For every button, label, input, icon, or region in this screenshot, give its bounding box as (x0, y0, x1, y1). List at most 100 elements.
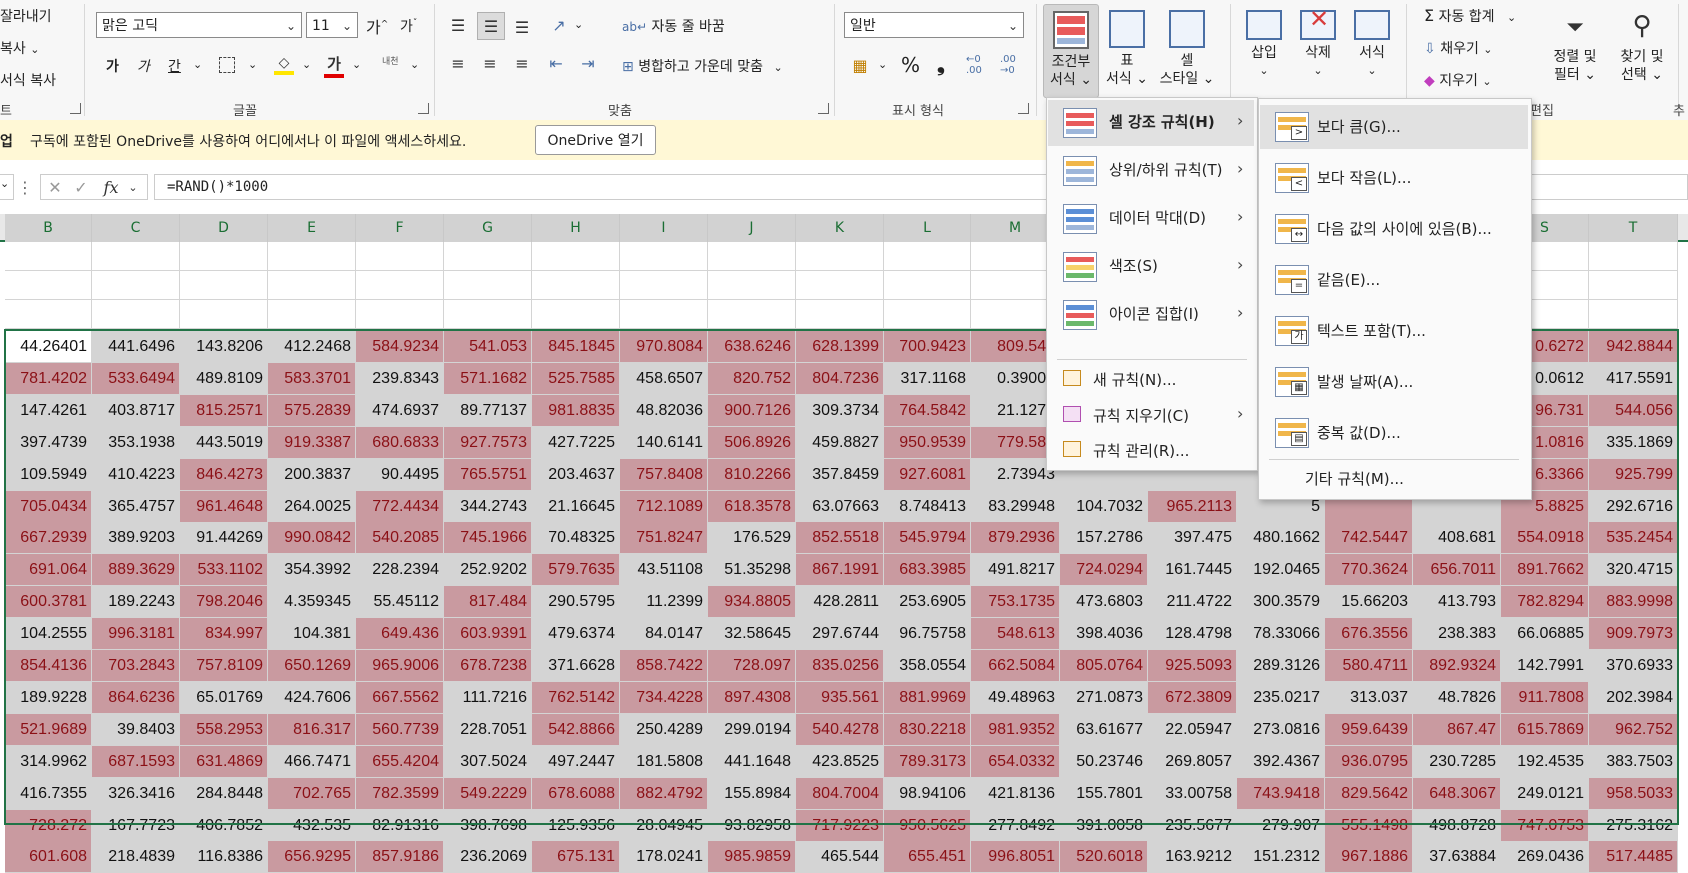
data-cell[interactable]: 271.0873 (1060, 682, 1148, 714)
align-bottom-icon[interactable]: ☰ (511, 16, 533, 38)
data-cell[interactable]: 239.8343 (356, 363, 444, 395)
data-cell[interactable]: 734.4228 (620, 682, 708, 714)
submenu-item-duplicate-values[interactable]: ▤ 중복 값(D)... (1259, 412, 1529, 456)
grow-font-button[interactable]: 가^ (366, 14, 388, 38)
data-cell[interactable]: 835.0256 (796, 650, 884, 682)
data-cell[interactable]: 370.6933 (1589, 650, 1678, 682)
data-cell[interactable]: 28.04945 (620, 810, 708, 842)
data-cell[interactable]: 398.7698 (444, 810, 532, 842)
data-cell[interactable]: 967.1886 (1325, 841, 1413, 873)
data-cell[interactable]: 8.748413 (884, 491, 971, 523)
chevron-down-icon[interactable]: ⌄ (248, 58, 257, 71)
data-cell[interactable]: 892.9324 (1413, 650, 1501, 682)
percent-style-button[interactable]: % (901, 53, 920, 77)
data-cell[interactable]: 109.5949 (5, 459, 92, 491)
open-onedrive-button[interactable]: OneDrive 열기 (535, 125, 656, 155)
data-cell[interactable]: 867.1991 (796, 554, 884, 586)
empty-cell[interactable] (268, 300, 356, 329)
data-cell[interactable]: 680.6833 (356, 427, 444, 459)
data-cell[interactable]: 192.4535 (1501, 746, 1589, 778)
dialog-launcher-icon[interactable] (818, 103, 829, 114)
data-cell[interactable]: 533.1102 (180, 554, 268, 586)
data-cell[interactable]: 889.3629 (92, 554, 180, 586)
data-cell[interactable]: 459.8827 (796, 427, 884, 459)
data-cell[interactable]: 881.9969 (884, 682, 971, 714)
data-cell[interactable]: 882.4792 (620, 778, 708, 810)
data-cell[interactable]: 542.8866 (532, 714, 620, 746)
data-cell[interactable]: 927.7573 (444, 427, 532, 459)
font-color-icon[interactable]: 가 (322, 52, 346, 78)
name-box[interactable]: ⌄ (0, 174, 14, 200)
conditional-formatting-button[interactable]: 조건부 서식 ⌄ (1043, 4, 1099, 98)
data-cell[interactable]: 326.3416 (92, 778, 180, 810)
data-cell[interactable]: 525.7585 (532, 363, 620, 395)
fill-color-icon[interactable]: ◇ (272, 52, 296, 78)
data-cell[interactable]: 575.2839 (268, 395, 356, 427)
submenu-item-between[interactable]: ↔ 다음 값의 사이에 있음(B)... (1259, 208, 1529, 252)
italic-button[interactable]: 가 (137, 56, 150, 76)
data-cell[interactable]: 66.06885 (1501, 618, 1589, 650)
data-cell[interactable]: 161.7445 (1148, 554, 1237, 586)
data-cell[interactable]: 936.0795 (1325, 746, 1413, 778)
data-cell[interactable]: 544.056 (1589, 395, 1678, 427)
empty-cell[interactable] (180, 242, 268, 271)
data-cell[interactable]: 497.2447 (532, 746, 620, 778)
data-cell[interactable]: 548.613 (971, 618, 1060, 650)
data-cell[interactable]: 834.997 (180, 618, 268, 650)
fill-button[interactable]: ⇩ 채우기 ⌄ (1424, 38, 1493, 58)
data-cell[interactable]: 155.7801 (1060, 778, 1148, 810)
data-cell[interactable]: 950.5625 (884, 810, 971, 842)
data-cell[interactable]: 200.3837 (268, 459, 356, 491)
find-select-button[interactable]: ⚲ 찾기 및 선택 ⌄ (1610, 4, 1674, 96)
data-cell[interactable]: 683.3985 (884, 554, 971, 586)
data-cell[interactable]: 691.064 (5, 554, 92, 586)
data-cell[interactable]: 211.4722 (1148, 586, 1237, 618)
data-cell[interactable]: 742.5447 (1325, 522, 1413, 554)
data-cell[interactable]: 155.8984 (708, 778, 796, 810)
data-cell[interactable]: 15.66203 (1325, 586, 1413, 618)
data-cell[interactable]: 228.7051 (444, 714, 532, 746)
data-cell[interactable]: 98.94106 (884, 778, 971, 810)
empty-cell[interactable] (1589, 242, 1678, 271)
data-cell[interactable]: 391.0058 (1060, 810, 1148, 842)
data-cell[interactable]: 911.7808 (1501, 682, 1589, 714)
empty-cell[interactable] (356, 271, 444, 300)
number-format-select[interactable]: 일반 ⌄ (844, 12, 1024, 38)
format-painter-button[interactable]: 서식 복사 (0, 70, 56, 90)
data-cell[interactable]: 91.44269 (180, 522, 268, 554)
data-cell[interactable]: 571.1682 (444, 363, 532, 395)
data-cell[interactable]: 857.9186 (356, 841, 444, 873)
data-cell[interactable]: 728.272 (5, 810, 92, 842)
data-cell[interactable]: 985.9859 (708, 841, 796, 873)
column-header-e[interactable]: E (268, 214, 356, 242)
data-cell[interactable]: 228.2394 (356, 554, 444, 586)
phonetic-guide-button[interactable]: 내천 (382, 54, 399, 67)
data-cell[interactable]: 554.0918 (1501, 522, 1589, 554)
data-cell[interactable]: 603.9391 (444, 618, 532, 650)
font-name-select[interactable]: 맑은 고딕 ⌄ (96, 12, 302, 38)
data-cell[interactable]: 65.01769 (180, 682, 268, 714)
data-cell[interactable]: 290.5795 (532, 586, 620, 618)
empty-cell[interactable] (92, 242, 180, 271)
data-cell[interactable]: 545.9794 (884, 522, 971, 554)
data-cell[interactable]: 830.2218 (884, 714, 971, 746)
data-cell[interactable]: 816.317 (268, 714, 356, 746)
data-cell[interactable]: 413.793 (1413, 586, 1501, 618)
data-cell[interactable]: 678.7238 (444, 650, 532, 682)
increase-indent-icon[interactable]: ⇥ (577, 52, 599, 74)
data-cell[interactable]: 284.8448 (180, 778, 268, 810)
data-cell[interactable]: 498.8728 (1413, 810, 1501, 842)
empty-cell[interactable] (708, 300, 796, 329)
data-cell[interactable]: 43.51108 (620, 554, 708, 586)
align-middle-icon[interactable]: ☰ (477, 12, 505, 40)
data-cell[interactable]: 417.5591 (1589, 363, 1678, 395)
data-cell[interactable]: 427.7225 (532, 427, 620, 459)
data-cell[interactable]: 782.3599 (356, 778, 444, 810)
data-cell[interactable]: 416.7355 (5, 778, 92, 810)
data-cell[interactable]: 70.48325 (532, 522, 620, 554)
data-cell[interactable]: 317.1168 (884, 363, 971, 395)
menu-item-clear-rules[interactable]: 규칙 지우기(C) › (1047, 402, 1255, 432)
data-cell[interactable]: 37.63884 (1413, 841, 1501, 873)
data-cell[interactable]: 264.0025 (268, 491, 356, 523)
data-cell[interactable]: 249.0121 (1501, 778, 1589, 810)
